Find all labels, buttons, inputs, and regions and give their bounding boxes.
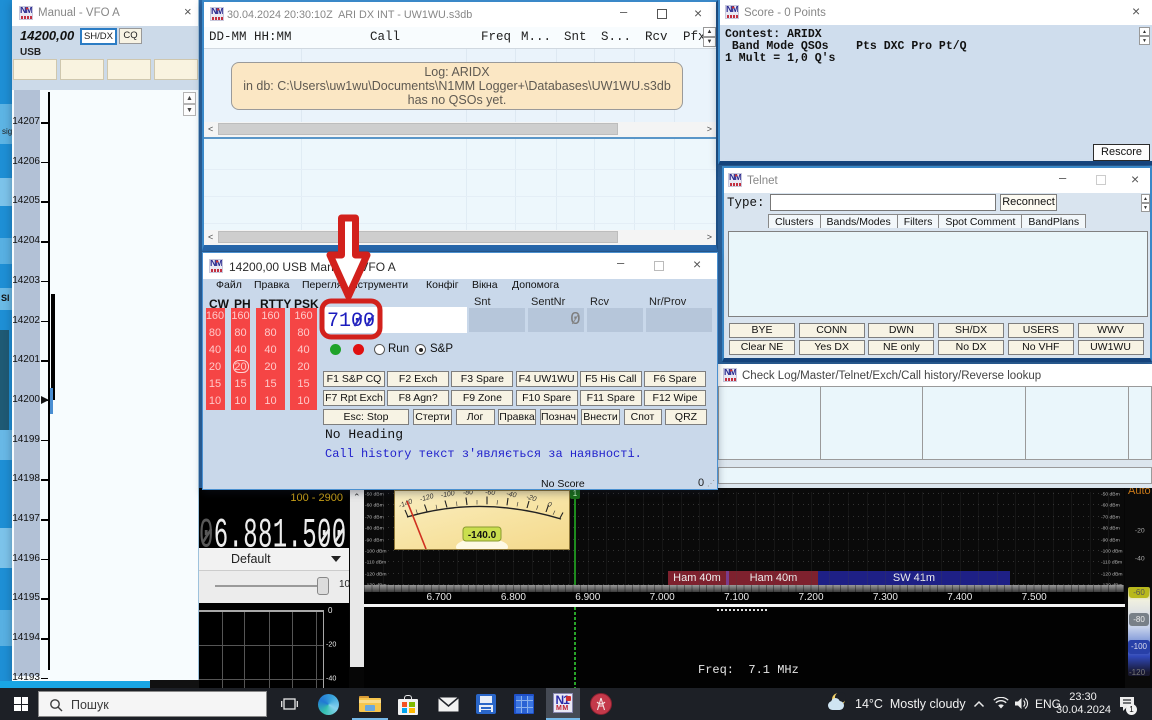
svg-text:-80: -80	[463, 491, 474, 497]
svg-text:-140: -140	[398, 498, 414, 510]
svg-text:-40: -40	[506, 491, 517, 499]
svg-text:-20: -20	[525, 494, 537, 504]
svg-text:-100: -100	[440, 491, 455, 500]
svg-text:-140.0: -140.0	[468, 530, 497, 541]
svg-text:-60: -60	[485, 491, 496, 497]
svg-text:-120: -120	[419, 493, 434, 504]
svg-text:0: 0	[546, 501, 553, 509]
